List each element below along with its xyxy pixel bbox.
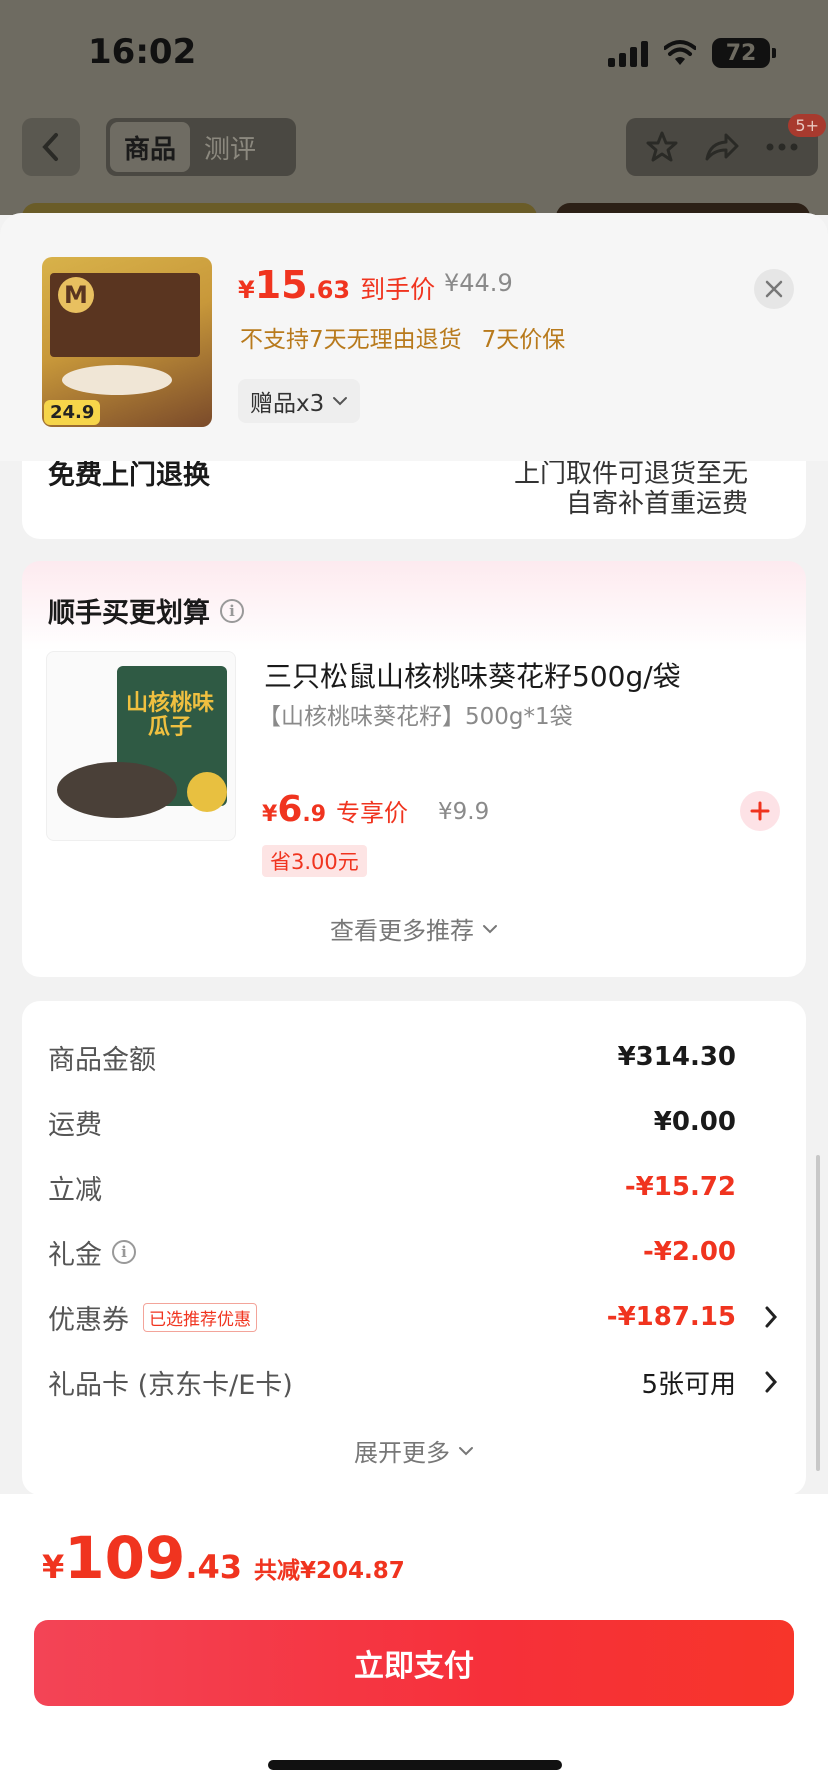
chevron-right-icon (765, 1306, 778, 1328)
back-button[interactable] (22, 118, 80, 176)
scrollbar[interactable] (816, 1155, 820, 1471)
total-saved: 共减¥204.87 (254, 1558, 405, 1584)
status-icons: 72 (608, 38, 776, 68)
message-badge: 5+ (788, 114, 826, 137)
info-icon[interactable]: i (112, 1240, 136, 1264)
star-icon[interactable] (645, 130, 679, 164)
gift-selector[interactable]: 赠品x3 (238, 379, 361, 423)
chevron-left-icon (42, 133, 58, 161)
product-thumbnail[interactable]: M 24.9 (42, 257, 212, 427)
background-page-header: 16:02 72 商品 测评 5+ (0, 0, 828, 233)
chevron-down-icon (483, 924, 497, 933)
signal-icon (608, 39, 648, 67)
close-icon (765, 280, 783, 298)
chevron-right-icon (765, 1371, 778, 1393)
summary-row-discount: 立减 -¥15.72 (48, 1172, 736, 1206)
nav-tabs: 商品 测评 (106, 118, 296, 176)
tab-product[interactable]: 商品 (110, 122, 191, 172)
wifi-icon (664, 40, 696, 65)
brand-logo: M (58, 277, 94, 313)
product-price-label: 专享价 (336, 799, 409, 827)
product-image-text: 山核桃味瓜子 (125, 691, 214, 740)
policy-text: 不支持7天无理由退货 7天价保 (240, 320, 565, 354)
save-tag: 省3.00元 (262, 845, 367, 877)
more-icon[interactable] (765, 142, 799, 152)
summary-row-gift-card[interactable]: 礼品卡 (京东卡/E卡) 5张可用 (48, 1362, 792, 1402)
share-icon[interactable] (704, 131, 740, 163)
summary-row-coupon[interactable]: 优惠券 已选推荐优惠 -¥187.15 (48, 1297, 792, 1337)
chevron-down-icon (333, 397, 348, 406)
product-spec: 【山核桃味葵花籽】500g*1袋 (258, 704, 573, 730)
home-indicator (268, 1760, 562, 1770)
sheet-header: M 24.9 ¥ 15 .63 到手价 ¥44.9 不支持7天无理由退货 7天价保… (0, 213, 828, 461)
add-to-cart-button[interactable] (740, 791, 780, 831)
info-icon[interactable]: i (220, 598, 244, 623)
pay-now-button[interactable]: 立即支付 (34, 1620, 794, 1706)
coupon-tag: 已选推荐优惠 (143, 1302, 257, 1332)
tab-review[interactable]: 测评 (190, 122, 270, 172)
recommend-title: 顺手买更划算 i (48, 591, 244, 630)
recommend-card: 顺手买更划算 i 山核桃味瓜子 三只松鼠山核桃味葵花籽500g/袋 【山核桃味葵… (22, 561, 806, 977)
close-button[interactable] (754, 269, 794, 309)
gift-label: 赠品x3 (250, 391, 325, 417)
price-protect: 7天价保 (481, 327, 566, 353)
thumbnail-price-tag: 24.9 (44, 400, 101, 425)
final-price: ¥ 15 .63 到手价 (238, 263, 436, 307)
summary-row-shipping: 运费 ¥0.00 (48, 1107, 736, 1141)
checkout-footer: ¥ 109 .43 共减¥204.87 立即支付 (0, 1494, 828, 1792)
original-price: ¥44.9 (444, 269, 513, 297)
summary-row-cash-gift: 礼金 i -¥2.00 (48, 1237, 736, 1271)
price-summary-card: 商品金额 ¥314.30 运费 ¥0.00 立减 -¥15.72 礼金 i -¥… (22, 1001, 806, 1495)
more-recommendations-button[interactable]: 查看更多推荐 (22, 911, 806, 946)
summary-row-subtotal: 商品金额 ¥314.30 (48, 1042, 736, 1076)
return-service-value-2: 自寄补首重运费 (565, 489, 748, 519)
product-image[interactable]: 山核桃味瓜子 (46, 651, 236, 841)
plus-icon (750, 801, 770, 821)
expand-more-button[interactable]: 展开更多 (22, 1433, 806, 1468)
final-price-label: 到手价 (360, 275, 436, 304)
product-original-price: ¥9.9 (438, 799, 490, 825)
return-policy: 不支持7天无理由退货 (240, 327, 462, 353)
product-price: ¥ 6 .9 专享价 (262, 789, 409, 830)
total-price: ¥ 109 .43 共减¥204.87 (42, 1524, 405, 1592)
product-name[interactable]: 三只松鼠山核桃味葵花籽500g/袋 (264, 655, 681, 695)
chevron-down-icon (459, 1446, 473, 1455)
battery-icon: 72 (712, 38, 776, 68)
status-time: 16:02 (88, 32, 197, 72)
